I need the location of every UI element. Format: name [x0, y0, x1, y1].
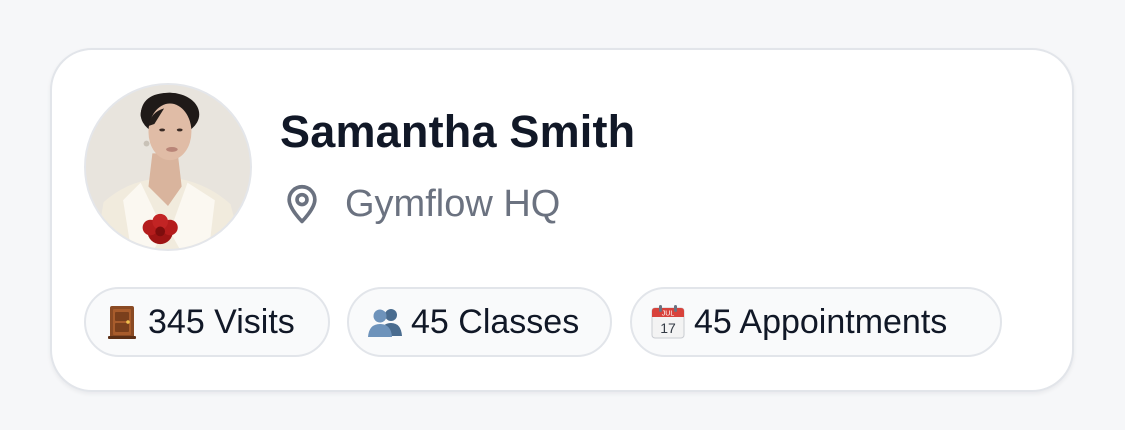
visits-stat: 345 Visits — [84, 287, 330, 357]
location-row: Gymflow HQ — [280, 180, 560, 228]
people-icon — [368, 309, 402, 337]
calendar-day-text: 17 — [660, 320, 676, 336]
map-pin-icon — [287, 184, 317, 224]
avatar — [84, 83, 252, 251]
appointments-stat: JUL 17 45 Appointments — [630, 287, 1002, 357]
classes-stat: 45 Classes — [347, 287, 612, 357]
profile-name: Samantha Smith — [280, 106, 636, 157]
avatar-photo — [86, 85, 250, 249]
appointments-label: 45 Appointments — [694, 302, 948, 341]
calendar-month-text: JUL — [662, 311, 675, 318]
classes-label: 45 Classes — [411, 302, 580, 341]
visits-label: 345 Visits — [148, 302, 295, 341]
door-icon — [108, 306, 136, 339]
location-label: Gymflow HQ — [345, 182, 561, 225]
calendar-icon: JUL 17 — [651, 305, 685, 339]
